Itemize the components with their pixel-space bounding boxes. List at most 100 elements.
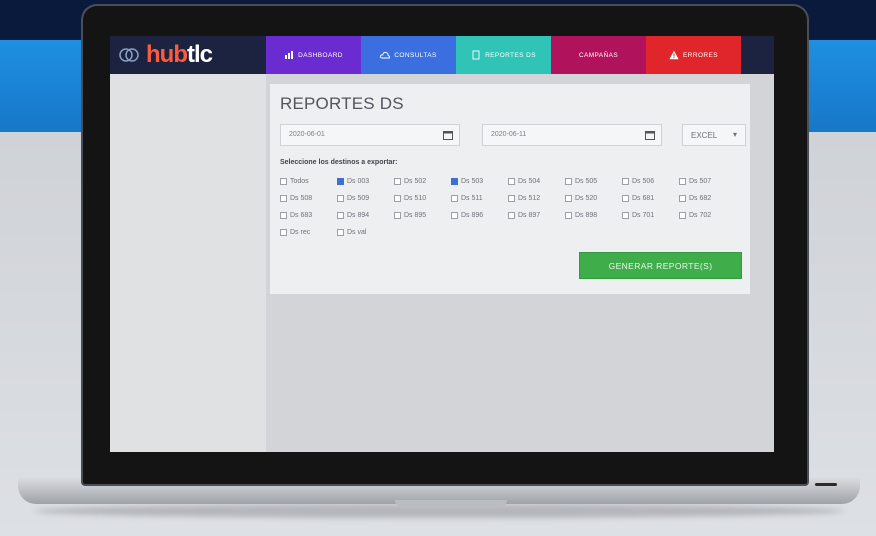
checkbox-label: Ds 895 xyxy=(404,211,427,219)
checkbox-unchecked-icon[interactable] xyxy=(622,194,629,202)
reportes-panel: REPORTES DS 2020-06-01 2020-06-11 EXCEL … xyxy=(270,84,750,294)
checkbox-label: Ds rec xyxy=(290,228,311,236)
checkbox-unchecked-icon[interactable] xyxy=(451,194,458,202)
date-from-field[interactable]: 2020-06-01 xyxy=(280,124,460,146)
destination-checkbox[interactable]: Ds 505 xyxy=(565,176,622,186)
laptop-base-notch xyxy=(395,500,507,508)
checkbox-unchecked-icon[interactable] xyxy=(451,211,458,219)
checkbox-unchecked-icon[interactable] xyxy=(394,177,401,185)
checkbox-unchecked-icon[interactable] xyxy=(508,194,515,202)
checkbox-label: Ds 502 xyxy=(404,177,427,185)
checkbox-unchecked-icon[interactable] xyxy=(394,194,401,202)
destination-checkbox[interactable]: Ds 895 xyxy=(394,210,451,220)
checkbox-unchecked-icon[interactable] xyxy=(337,211,344,219)
app-logo[interactable]: hub tlc xyxy=(110,36,266,74)
destination-checkbox[interactable]: Ds 504 xyxy=(508,176,565,186)
laptop-base-slot xyxy=(815,483,837,486)
checkbox-label: Ds 898 xyxy=(575,211,598,219)
nav-tab-label: Errores xyxy=(683,51,718,59)
destinations-checklist: Todos Ds 003 Ds 502 Ds 503 Ds 504 Ds 505 Ds 50… xyxy=(280,176,740,237)
destination-checkbox[interactable]: Ds 508 xyxy=(280,193,337,203)
checkbox-unchecked-icon[interactable] xyxy=(394,211,401,219)
checkbox-unchecked-icon[interactable] xyxy=(280,228,287,236)
checkbox-label: Ds 702 xyxy=(689,211,712,219)
checkbox-unchecked-icon[interactable] xyxy=(679,194,686,202)
checkbox-label: Ds 683 xyxy=(290,211,313,219)
destination-checkbox[interactable]: Ds 509 xyxy=(337,193,394,203)
destination-checkbox[interactable]: Ds 898 xyxy=(565,210,622,220)
nav-tab-label: Consultas xyxy=(394,51,437,59)
destination-checkbox[interactable]: Ds 683 xyxy=(280,210,337,220)
destination-checkbox[interactable]: Ds 897 xyxy=(508,210,565,220)
generate-report-button[interactable]: Generar reporte(s) xyxy=(579,252,742,279)
destination-checkbox[interactable]: Ds 506 xyxy=(622,176,679,186)
destination-checkbox[interactable]: Ds 507 xyxy=(679,176,736,186)
destination-checkbox[interactable]: Ds 896 xyxy=(451,210,508,220)
destination-checkbox[interactable]: Ds val xyxy=(337,227,394,237)
checkbox-label: Ds 682 xyxy=(689,194,712,202)
destination-checkbox[interactable]: Ds 681 xyxy=(622,193,679,203)
nav-tab-3[interactable]: Campañas xyxy=(551,36,646,74)
format-select-value: EXCEL xyxy=(691,131,718,140)
logo-mark-icon xyxy=(119,48,139,62)
document-icon xyxy=(472,50,480,60)
warning-icon xyxy=(669,50,679,60)
nav-tab-0[interactable]: Dashboard xyxy=(266,36,361,74)
date-to-field[interactable]: 2020-06-11 xyxy=(482,124,662,146)
checkbox-unchecked-icon[interactable] xyxy=(337,194,344,202)
checkbox-unchecked-icon[interactable] xyxy=(622,177,629,185)
instruction-label: Seleccione los destinos a exportar: xyxy=(280,159,398,166)
checkbox-label: Ds 896 xyxy=(461,211,484,219)
checkbox-unchecked-icon[interactable] xyxy=(280,194,287,202)
checkbox-unchecked-icon[interactable] xyxy=(565,211,572,219)
checkbox-unchecked-icon[interactable] xyxy=(565,194,572,202)
destination-checkbox[interactable]: Ds 502 xyxy=(394,176,451,186)
checkbox-checked-icon[interactable] xyxy=(451,177,458,185)
destination-checkbox[interactable]: Ds 511 xyxy=(451,193,508,203)
logo-text-tlc: tlc xyxy=(186,41,213,68)
nav-tab-label: Campañas xyxy=(578,51,619,59)
destination-checkbox[interactable]: Ds 682 xyxy=(679,193,736,203)
destination-checkbox[interactable]: Ds 894 xyxy=(337,210,394,220)
destination-checkbox[interactable]: Ds 701 xyxy=(622,210,679,220)
checkbox-unchecked-icon[interactable] xyxy=(508,177,515,185)
destination-checkbox[interactable]: Ds 702 xyxy=(679,210,736,220)
destination-checkbox[interactable]: Todos xyxy=(280,176,337,186)
checkbox-unchecked-icon[interactable] xyxy=(337,228,344,236)
format-select[interactable]: EXCEL ▾ xyxy=(682,124,746,146)
checkbox-unchecked-icon[interactable] xyxy=(679,211,686,219)
cloud-icon xyxy=(380,51,391,59)
destination-checkbox[interactable]: Ds 520 xyxy=(565,193,622,203)
destination-checkbox[interactable]: Ds rec xyxy=(280,227,337,237)
calendar-icon[interactable] xyxy=(645,130,655,140)
checkbox-label: Ds val xyxy=(347,228,367,236)
checkbox-unchecked-icon[interactable] xyxy=(679,177,686,185)
destination-checkbox[interactable]: Ds 503 xyxy=(451,176,508,186)
checkbox-label: Ds 504 xyxy=(518,177,541,185)
checkbox-label: Ds 003 xyxy=(347,177,370,185)
checkbox-label: Ds 701 xyxy=(632,211,655,219)
checkbox-label: Todos xyxy=(290,177,309,185)
checkbox-label: Ds 894 xyxy=(347,211,370,219)
nav-tab-1[interactable]: Consultas xyxy=(361,36,456,74)
checkbox-label: Ds 507 xyxy=(689,177,712,185)
nav-tab-4[interactable]: Errores xyxy=(646,36,741,74)
destination-checkbox[interactable]: Ds 003 xyxy=(337,176,394,186)
checkbox-unchecked-icon[interactable] xyxy=(622,211,629,219)
main-nav: Dashboard Consultas Reportes DS Campañas Err… xyxy=(266,36,774,74)
checkbox-label: Ds 681 xyxy=(632,194,655,202)
date-from-value: 2020-06-01 xyxy=(289,131,325,138)
calendar-icon[interactable] xyxy=(443,130,453,140)
checkbox-unchecked-icon[interactable] xyxy=(565,177,572,185)
destination-checkbox[interactable]: Ds 512 xyxy=(508,193,565,203)
checkbox-checked-icon[interactable] xyxy=(337,177,344,185)
checkbox-label: Ds 897 xyxy=(518,211,541,219)
checkbox-unchecked-icon[interactable] xyxy=(508,211,515,219)
nav-tab-2[interactable]: Reportes DS xyxy=(456,36,551,74)
checkbox-label: Ds 511 xyxy=(461,194,483,202)
checkbox-unchecked-icon[interactable] xyxy=(280,211,287,219)
destination-checkbox[interactable]: Ds 510 xyxy=(394,193,451,203)
chevron-down-icon: ▾ xyxy=(732,130,737,139)
checkbox-label: Ds 509 xyxy=(347,194,370,202)
checkbox-unchecked-icon[interactable] xyxy=(280,177,287,185)
